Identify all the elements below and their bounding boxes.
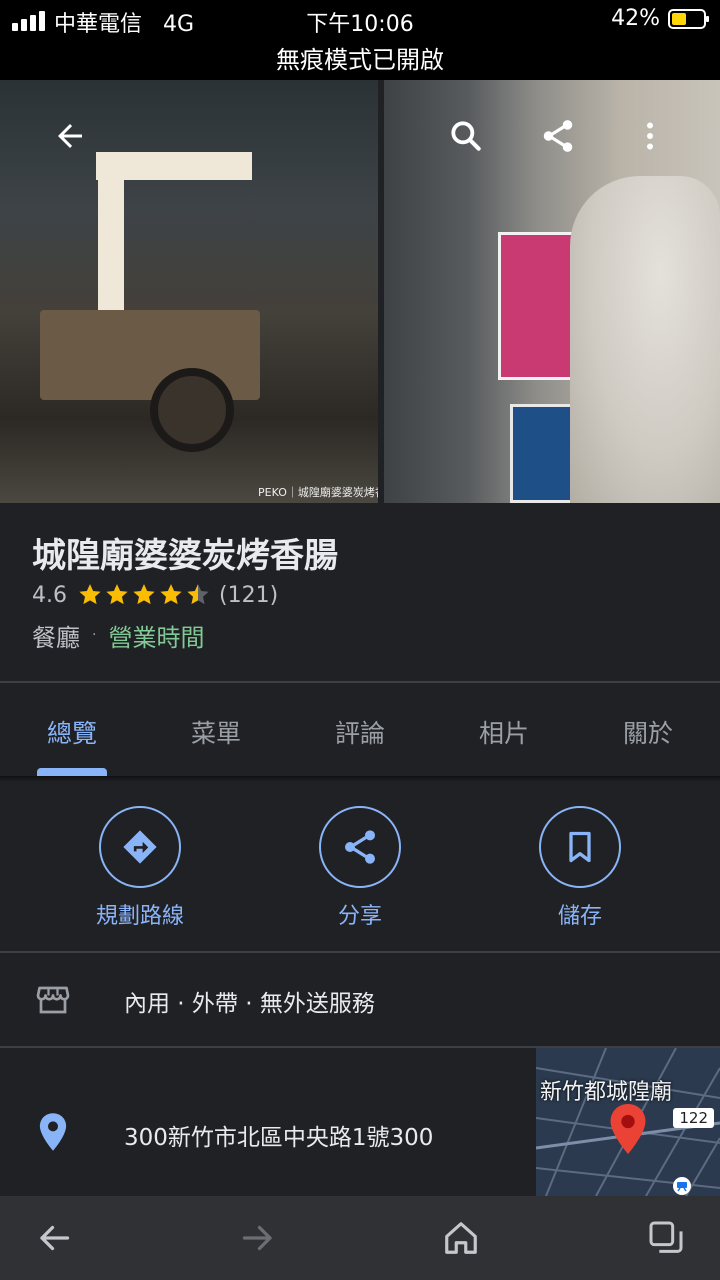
star-icon xyxy=(160,584,182,605)
address-text: 300新竹市北區中央路1號300 xyxy=(124,1125,434,1151)
rating-row[interactable]: 4.6 (121) xyxy=(32,580,278,610)
map-place-label: 新竹都城隍廟 xyxy=(540,1080,673,1105)
save-label: 儲存 xyxy=(557,904,602,929)
share-label: 分享 xyxy=(337,904,382,929)
home-icon xyxy=(445,1222,477,1254)
search-icon xyxy=(451,121,481,151)
place-category: 餐廳 xyxy=(32,623,80,652)
service-options-row[interactable]: 內用 · 外帶 · 無外送服務 xyxy=(0,952,720,1046)
directions-icon xyxy=(123,830,157,864)
tab-about[interactable]: 關於 xyxy=(576,684,720,776)
train-station-icon xyxy=(673,1177,691,1195)
more-options-button[interactable] xyxy=(622,108,678,164)
half-star-icon xyxy=(187,584,209,605)
tab-menu[interactable]: 菜單 xyxy=(144,684,288,776)
star-icon xyxy=(106,584,128,605)
more-vert-icon xyxy=(647,122,653,150)
tab-photos[interactable]: 相片 xyxy=(432,684,576,776)
forward-arrow-icon xyxy=(242,1225,272,1251)
stone-statue xyxy=(570,176,720,503)
browser-toolbar xyxy=(0,1196,720,1280)
bookmark-icon xyxy=(569,831,591,863)
battery-icon xyxy=(668,8,709,29)
battery-status: 42% xyxy=(611,6,709,31)
back-button[interactable] xyxy=(42,108,98,164)
cart-wheel xyxy=(150,368,234,452)
incognito-banner: 無痕模式已開啟 xyxy=(276,46,444,74)
star-icon xyxy=(79,584,101,605)
save-button[interactable]: 儲存 xyxy=(500,806,660,930)
photo-credit: PEKO｜城隍廟婆婆炭烤香 xyxy=(258,486,378,499)
rating-stars xyxy=(77,582,211,608)
search-button[interactable] xyxy=(438,108,494,164)
divider xyxy=(0,681,720,683)
home-button[interactable] xyxy=(437,1214,485,1262)
mini-map[interactable]: 新竹都城隍廟 122 xyxy=(536,1048,720,1196)
category-row: 餐廳 · 營業時間 xyxy=(32,618,204,652)
back-arrow-icon xyxy=(58,124,82,148)
battery-percent: 42% xyxy=(611,6,660,31)
service-options-text: 內用 · 外帶 · 無外送服務 xyxy=(124,991,375,1017)
share-button[interactable]: 分享 xyxy=(280,806,440,930)
tabs-switcher-button[interactable] xyxy=(642,1214,690,1262)
browser-forward-button[interactable] xyxy=(234,1214,282,1262)
directions-label: 規劃路線 xyxy=(95,904,184,929)
tabs-icon xyxy=(649,1221,683,1253)
road-number-badge: 122 xyxy=(673,1108,714,1128)
tab-overview[interactable]: 總覽 xyxy=(0,684,144,776)
share-icon xyxy=(543,120,573,152)
share-photo-button[interactable] xyxy=(530,108,586,164)
stall-menu-banner xyxy=(98,180,124,330)
place-title: 城隍廟婆婆炭烤香腸 xyxy=(32,536,338,576)
stall-sign xyxy=(96,152,252,180)
star-icon xyxy=(133,584,155,605)
back-arrow-icon xyxy=(40,1225,70,1251)
tab-reviews[interactable]: 評論 xyxy=(288,684,432,776)
directions-button[interactable]: 規劃路線 xyxy=(60,806,220,930)
action-buttons: 規劃路線 分享 儲存 xyxy=(0,806,720,930)
opening-hours-link[interactable]: 營業時間 xyxy=(108,618,204,653)
location-pin-icon xyxy=(39,1113,67,1151)
map-marker-icon xyxy=(610,1104,646,1154)
status-bar: 中華電信 4G 下午10:06 42% 無痕模式已開啟 xyxy=(0,0,720,80)
review-count[interactable]: (121) xyxy=(219,583,278,608)
separator-dot: · xyxy=(92,627,97,643)
place-tabs: 總覽 菜單 評論 相片 關於 xyxy=(0,684,720,776)
browser-back-button[interactable] xyxy=(30,1214,78,1262)
share-icon xyxy=(345,830,375,864)
rating-value: 4.6 xyxy=(32,582,67,608)
place-photos[interactable]: PEKO｜城隍廟婆婆炭烤香 xyxy=(0,80,720,503)
tabs-shadow xyxy=(0,776,720,782)
storefront-icon xyxy=(36,986,70,1014)
